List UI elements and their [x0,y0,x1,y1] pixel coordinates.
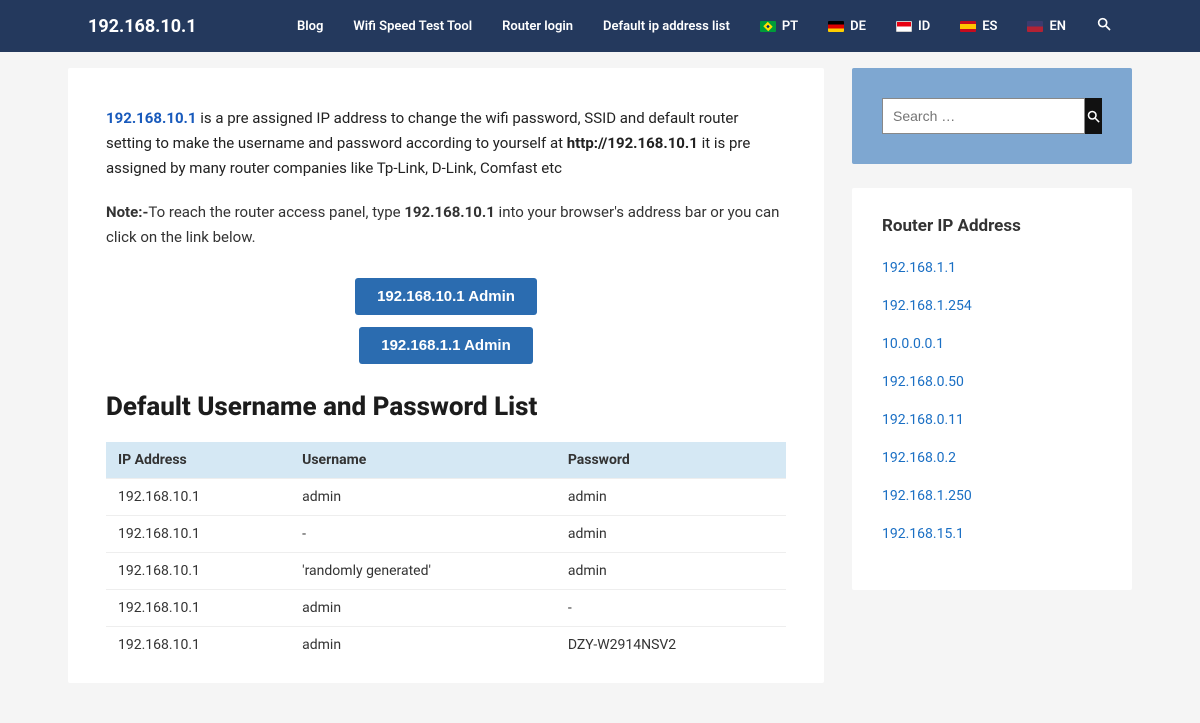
table-cell: DZY-W2914NSV2 [556,626,786,663]
list-item: 192.168.1.250 [882,486,1102,504]
table-row: 192.168.10.1'randomly generated'admin [106,552,786,589]
table-cell: 192.168.10.1 [106,626,290,663]
router-ip-link[interactable]: 192.168.1.254 [882,298,972,314]
credentials-table: IP Address Username Password 192.168.10.… [106,442,786,663]
admin-button-1-1[interactable]: 192.168.1.1 Admin [359,327,533,364]
search-button[interactable] [1085,98,1102,134]
list-item: 192.168.0.2 [882,448,1102,466]
router-ip-widget: Router IP Address 192.168.1.1 192.168.1.2… [852,188,1132,590]
table-row: 192.168.10.1adminadmin [106,478,786,515]
note-bold-ip: 192.168.10.1 [404,203,495,221]
router-ip-link[interactable]: 192.168.0.50 [882,374,964,390]
router-ip-link[interactable]: 192.168.15.1 [882,526,964,542]
lang-en[interactable]: EN [1027,19,1066,34]
col-ip: IP Address [106,442,290,479]
note-label: Note:- [106,203,148,221]
top-nav: 192.168.10.1 Blog Wifi Speed Test Tool R… [0,0,1200,52]
table-cell: admin [556,478,786,515]
lang-es[interactable]: ES [960,19,997,34]
table-cell: 192.168.10.1 [106,515,290,552]
list-item: 192.168.0.11 [882,410,1102,428]
router-ip-link[interactable]: 10.0.0.0.1 [882,336,944,352]
table-cell: 192.168.10.1 [106,552,290,589]
col-user: Username [290,442,556,479]
router-ip-link[interactable]: 192.168.0.2 [882,450,956,466]
lang-pt[interactable]: PT [760,19,798,34]
router-ip-link[interactable]: 192.168.1.1 [882,260,956,276]
flag-es-icon [960,21,976,32]
nav-speed-test[interactable]: Wifi Speed Test Tool [353,19,472,34]
search-icon[interactable] [1096,16,1112,36]
router-ip-link[interactable]: 192.168.0.11 [882,412,964,428]
widget-title: Router IP Address [882,216,1102,236]
table-cell: - [556,589,786,626]
magnifier-icon [1086,109,1101,124]
table-cell: admin [290,478,556,515]
main-content: 192.168.10.1 is a pre assigned IP addres… [68,68,824,683]
table-cell: - [290,515,556,552]
nav-router-login[interactable]: Router login [502,19,573,34]
search-input[interactable] [882,98,1085,134]
flag-de-icon [828,21,844,32]
table-cell: admin [290,626,556,663]
table-row: 192.168.10.1adminDZY-W2914NSV2 [106,626,786,663]
list-item: 192.168.15.1 [882,524,1102,542]
list-item: 192.168.1.254 [882,296,1102,314]
list-item: 10.0.0.0.1 [882,334,1102,352]
table-cell: admin [556,552,786,589]
flag-us-icon [1027,21,1043,32]
section-title: Default Username and Password List [106,392,786,422]
table-row: 192.168.10.1-admin [106,515,786,552]
page-body: 192.168.10.1 is a pre assigned IP addres… [0,52,1200,723]
note-paragraph: Note:-To reach the router access panel, … [106,200,786,250]
lang-de[interactable]: DE [828,19,866,34]
router-ip-list: 192.168.1.1 192.168.1.254 10.0.0.0.1 192.16… [882,258,1102,542]
table-cell: 192.168.10.1 [106,478,290,515]
list-item: 192.168.0.50 [882,372,1102,390]
nav-ip-list[interactable]: Default ip address list [603,19,730,34]
intro-ip-link[interactable]: 192.168.10.1 [106,109,197,127]
table-cell: admin [556,515,786,552]
intro-paragraph: 192.168.10.1 is a pre assigned IP addres… [106,106,786,180]
list-item: 192.168.1.1 [882,258,1102,276]
search-widget [852,68,1132,164]
col-pass: Password [556,442,786,479]
admin-button-10-1[interactable]: 192.168.10.1 Admin [355,278,537,315]
intro-bold-url: http://192.168.10.1 [567,134,698,152]
table-cell: admin [290,589,556,626]
primary-nav: Blog Wifi Speed Test Tool Router login D… [297,16,1112,36]
flag-br-icon [760,21,776,32]
router-ip-link[interactable]: 192.168.1.250 [882,488,972,504]
lang-id[interactable]: ID [896,19,930,34]
table-row: 192.168.10.1admin- [106,589,786,626]
flag-id-icon [896,21,912,32]
admin-buttons: 192.168.10.1 Admin 192.168.1.1 Admin [106,278,786,364]
table-cell: 'randomly generated' [290,552,556,589]
table-cell: 192.168.10.1 [106,589,290,626]
nav-blog[interactable]: Blog [297,19,323,34]
brand-title[interactable]: 192.168.10.1 [88,16,197,37]
sidebar: Router IP Address 192.168.1.1 192.168.1.2… [852,68,1132,590]
